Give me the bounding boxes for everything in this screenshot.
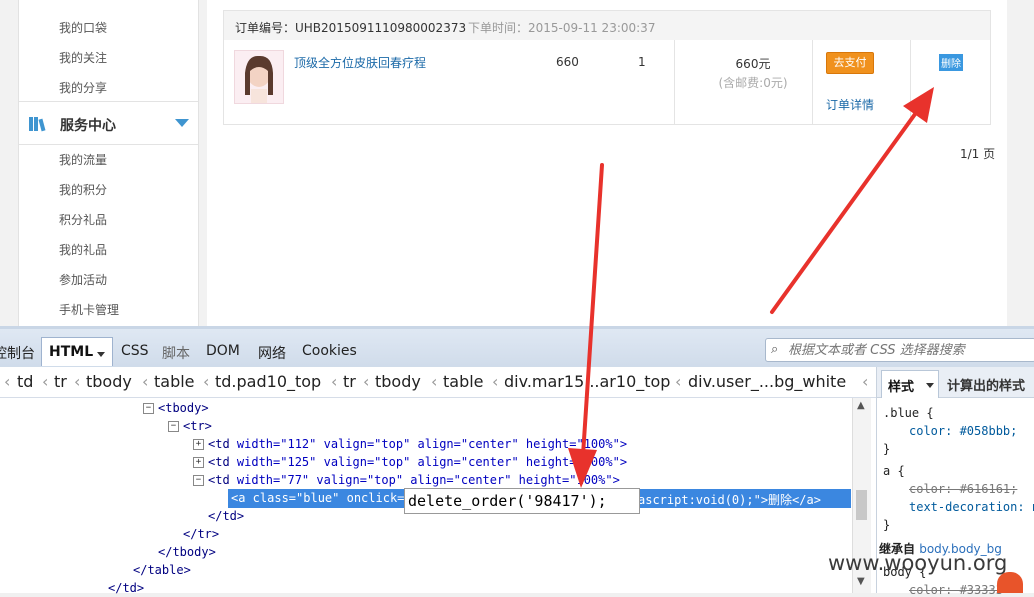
breadcrumb-item[interactable]: tbody [375, 372, 421, 391]
breadcrumb-item[interactable]: tbody [86, 372, 132, 391]
pay-button[interactable]: 去支付 [826, 52, 874, 74]
tree-node[interactable]: − <tr> [168, 419, 212, 433]
selected-node-start: <a class="blue" onclick= [231, 491, 405, 505]
css-brace: } [883, 442, 891, 456]
collapse-arrow-icon[interactable] [175, 119, 189, 127]
postage-note: (含邮费:0元) [718, 76, 788, 90]
order-main-panel: 订单编号：UHB2015091110980002373 下单时间：2015-09… [207, 0, 1007, 326]
selected-node-end: ascript:void(0);">删除</a> [638, 493, 821, 507]
pagination: 1/1 页 [960, 147, 996, 161]
watermark: www.wooyun.org [828, 551, 1008, 575]
onclick-tooltip: delete_order('98417'); [404, 488, 640, 514]
web-page: 我的口袋 我的关注 我的分享 服务中心 我的流量 我的积分 积分礼品 我的礼品 … [0, 0, 1034, 326]
devtools-search[interactable]: ⌕ [765, 338, 1034, 362]
breadcrumb-item[interactable]: td [17, 372, 33, 391]
breadcrumb-item[interactable]: tr [343, 372, 356, 391]
breadcrumb-item[interactable]: td.pad10_top [215, 372, 321, 391]
tree-node: </tbody> [158, 545, 216, 559]
tree-node[interactable]: + <td width="125" valign="top" align="cen… [193, 455, 627, 469]
order-row: 顶级全方位皮肤回春疗程 660 1 660元 (含邮费:0元) 去支付 订单详情… [223, 40, 991, 125]
sidebar-item-points[interactable]: 我的积分 [59, 181, 107, 198]
sidebar-item-follow[interactable]: 我的关注 [59, 49, 107, 66]
css-property[interactable]: color: #33333 [909, 583, 1003, 597]
service-center-icon [29, 117, 46, 132]
breadcrumb-item[interactable]: table [154, 372, 195, 391]
sidebar: 我的口袋 我的关注 我的分享 服务中心 我的流量 我的积分 积分礼品 我的礼品 … [18, 0, 199, 326]
tab-network[interactable]: 网络 [258, 343, 286, 363]
product-name-link[interactable]: 顶级全方位皮肤回春疗程 [294, 54, 426, 71]
sidebar-item-my-gift[interactable]: 我的礼品 [59, 241, 107, 258]
breadcrumb-item[interactable]: tr [54, 372, 67, 391]
sidebar-item-pocket[interactable]: 我的口袋 [59, 19, 107, 36]
collapse-icon[interactable]: − [168, 421, 179, 432]
tree-node[interactable]: − <tbody> [143, 401, 209, 415]
sidebar-item-activity[interactable]: 参加活动 [59, 271, 107, 288]
tab-script[interactable]: 脚本 [162, 343, 190, 363]
order-detail-link[interactable]: 订单详情 [826, 96, 874, 113]
scrollbar-thumb[interactable] [856, 490, 867, 520]
divider [812, 40, 813, 124]
delete-order-link[interactable]: 删除 [939, 54, 963, 71]
sidebar-item-sim-card[interactable]: 手机卡管理 [59, 301, 119, 318]
breadcrumb-item[interactable]: div.user_...bg_white [688, 372, 846, 391]
css-property[interactable]: color: #616161; [909, 482, 1017, 496]
order-header: 订单编号：UHB2015091110980002373 下单时间：2015-09… [223, 10, 991, 42]
side-tabs: 样式 计算出的样式 [877, 367, 1034, 398]
tab-style-label: 样式 [888, 380, 915, 395]
scroll-up-icon[interactable]: ▲ [857, 400, 865, 411]
divider [910, 40, 911, 124]
scroll-down-icon[interactable]: ▼ [857, 576, 865, 587]
dropdown-arrow-icon[interactable] [97, 352, 105, 357]
tab-dom[interactable]: DOM [206, 343, 240, 359]
breadcrumb-item[interactable]: div.mar15...ar10_top [504, 372, 670, 391]
tree-node: </table> [133, 563, 191, 577]
unit-price: 660 [556, 55, 579, 69]
order-total: 660元 [735, 57, 771, 71]
service-center-title: 服务中心 [60, 118, 116, 134]
tab-html-label: HTML [49, 344, 94, 360]
expand-icon[interactable]: + [193, 457, 204, 468]
tab-style[interactable]: 样式 [881, 370, 939, 398]
tab-computed-style[interactable]: 计算出的样式 [947, 375, 1025, 394]
product-thumbnail[interactable] [234, 50, 284, 104]
sidebar-item-share[interactable]: 我的分享 [59, 79, 107, 96]
collapse-icon[interactable]: − [143, 403, 154, 414]
tab-cookies[interactable]: Cookies [302, 343, 357, 359]
tree-node[interactable]: − <td width="77" valign="top" align="cent… [193, 473, 620, 487]
css-property[interactable]: color: #058bbb; [909, 424, 1017, 438]
tree-node: </td> [208, 509, 245, 523]
order-time: 下单时间：2015-09-11 23:00:37 [468, 21, 656, 35]
collapse-icon[interactable]: − [193, 475, 204, 486]
tab-html[interactable]: HTML [41, 337, 113, 366]
css-brace: } [883, 518, 891, 532]
breadcrumb: ‹ td ‹ tr ‹ tbody ‹ table ‹ td.pad10_top… [0, 367, 876, 398]
search-icon: ⌕ [771, 342, 779, 357]
order-number: 订单编号：UHB2015091110980002373 [235, 21, 467, 35]
devtools-search-input[interactable] [786, 341, 1034, 359]
divider [674, 40, 675, 124]
watermark-logo-icon [997, 572, 1023, 593]
tree-node[interactable]: + <td width="112" valign="top" align="cen… [193, 437, 627, 451]
tab-console[interactable]: 控制台 [0, 343, 35, 363]
dropdown-arrow-icon[interactable] [926, 383, 934, 388]
css-selector: .blue { [883, 406, 934, 420]
expand-icon[interactable]: + [193, 439, 204, 450]
sidebar-item-points-gift[interactable]: 积分礼品 [59, 211, 107, 228]
tree-node: </tr> [183, 527, 220, 541]
service-center-section[interactable]: 服务中心 [19, 101, 198, 145]
quantity: 1 [638, 55, 646, 69]
breadcrumb-item[interactable]: table [443, 372, 484, 391]
tab-css[interactable]: CSS [121, 343, 149, 359]
sidebar-item-traffic[interactable]: 我的流量 [59, 151, 107, 168]
html-tree: − <tbody> − <tr> + <td width="112" valign="… [0, 398, 852, 595]
devtools-toolbar: 控制台 HTML CSS 脚本 DOM 网络 Cookies ⌕ [0, 326, 1034, 370]
css-property[interactable]: text-decoration: n [909, 500, 1034, 514]
css-selector: a { [883, 464, 905, 478]
